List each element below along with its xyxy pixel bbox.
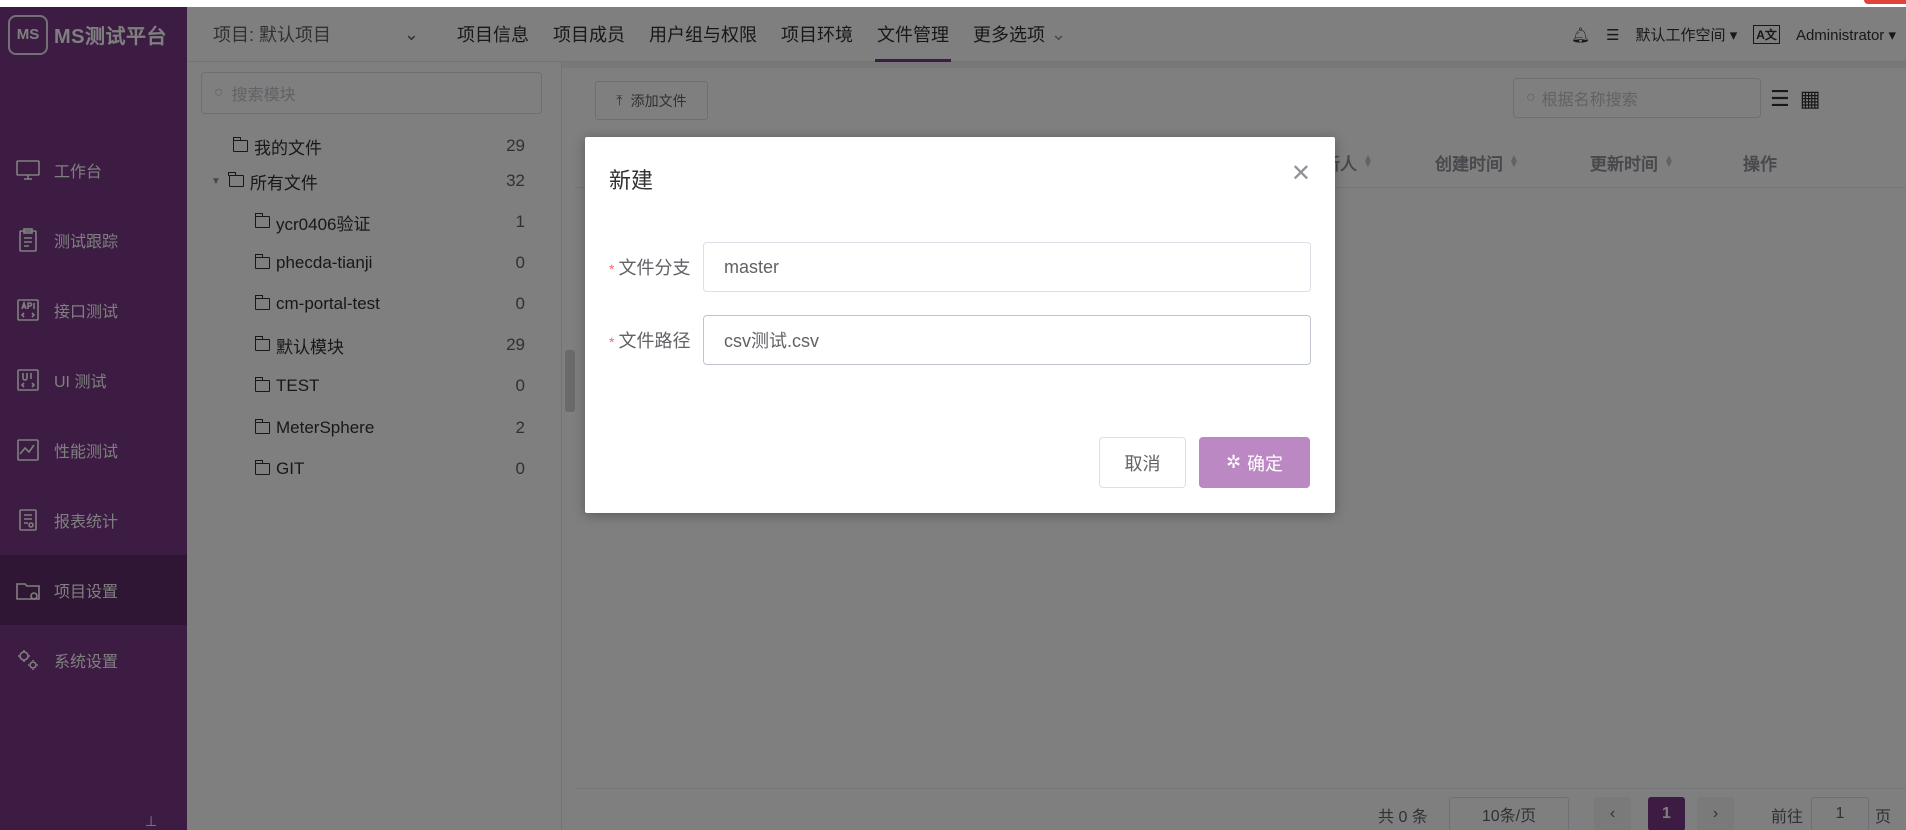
branch-value: master [724, 256, 780, 277]
corner-indicator [1864, 0, 1906, 4]
path-label: * 文件路径 [609, 331, 691, 351]
cancel-label: 取消 [1124, 453, 1161, 474]
path-input[interactable]: csv测试.csv [703, 315, 1311, 365]
cancel-button[interactable]: 取消 [1099, 437, 1186, 488]
path-label-text: 文件路径 [618, 331, 691, 351]
new-file-dialog: 新建 ✕ * 文件分支 master * 文件路径 csv测试.csv 取消 ✲ 确… [585, 137, 1335, 513]
browser-top-edge [0, 0, 1906, 7]
branch-input[interactable]: master [703, 242, 1311, 292]
branch-label-text: 文件分支 [618, 258, 691, 278]
path-value: csv测试.csv [724, 331, 820, 351]
confirm-button[interactable]: ✲ 确定 [1199, 437, 1310, 488]
confirm-label: 确定 [1247, 453, 1284, 474]
branch-label: * 文件分支 [609, 258, 691, 278]
close-icon[interactable]: ✕ [1291, 159, 1311, 188]
branch-form-row: * 文件分支 master [609, 242, 1311, 292]
path-form-row: * 文件路径 csv测试.csv [609, 315, 1311, 365]
dialog-title: 新建 [609, 168, 654, 193]
loading-spinner-icon: ✲ [1225, 452, 1242, 472]
